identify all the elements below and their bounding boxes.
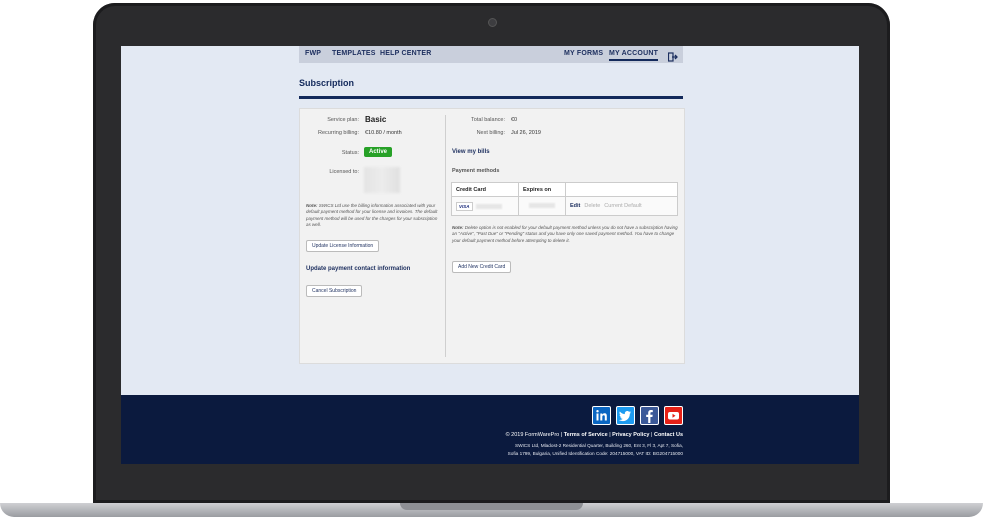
current-default-label: Current Default: [604, 203, 642, 209]
linkedin-icon[interactable]: [592, 406, 611, 425]
nav-brand-link[interactable]: FWP: [305, 50, 321, 57]
table-header: Credit Card: [451, 182, 519, 197]
footer-privacy-link[interactable]: Privacy Policy: [612, 432, 649, 438]
total-balance-label: Total balance:: [471, 117, 505, 123]
page-title: Subscription: [299, 78, 355, 88]
footer-separator: |: [609, 432, 611, 438]
table-header: Expires on: [518, 182, 566, 197]
visa-card-icon: VISA: [456, 201, 473, 211]
edit-card-link[interactable]: Edit: [570, 203, 580, 209]
column-divider: [445, 115, 446, 357]
table-header: [565, 182, 678, 197]
note-text: Delete option is not enabled for your de…: [452, 225, 678, 243]
payment-methods-label: Payment methods: [452, 168, 500, 174]
title-rule: [299, 96, 683, 99]
service-plan-label: Service plan:: [327, 117, 359, 123]
billing-note: Note: SWICS Ltd use the billing informat…: [306, 203, 440, 229]
footer: © 2019 FormWarePro | Terms of Service | …: [121, 395, 859, 464]
footer-address-line1: SWICS Ltd, Mladost-2 Residential Quarter…: [514, 443, 683, 448]
webcam-icon: [488, 18, 497, 27]
nav-my-forms-link[interactable]: MY FORMS: [564, 50, 603, 57]
footer-address-line2: Sofia 1799, Bulgaria, Unified Identifica…: [507, 451, 683, 456]
table-row: VISA Edit Delete Current Default: [451, 196, 678, 216]
recurring-billing-value: €10.80 / month: [365, 130, 402, 136]
subscription-panel: Service plan: Basic Recurring billing: €…: [299, 108, 685, 364]
total-balance-value: €0: [511, 117, 518, 123]
note-prefix: Note:: [452, 225, 464, 230]
youtube-icon[interactable]: [664, 406, 683, 425]
cancel-subscription-button[interactable]: Cancel Subscription: [306, 285, 363, 297]
footer-separator: |: [651, 432, 653, 438]
view-my-bills-link[interactable]: View my bills: [452, 149, 490, 155]
facebook-icon[interactable]: [640, 406, 659, 425]
delete-card-link: Delete: [584, 203, 601, 209]
recurring-billing-label: Recurring billing:: [318, 130, 359, 136]
card-number-redacted: [475, 203, 502, 209]
service-plan-value: Basic: [365, 115, 387, 124]
table-header-row: Credit Card Expires on: [451, 182, 678, 197]
footer-contact-link[interactable]: Contact Us: [654, 432, 683, 438]
twitter-icon[interactable]: [616, 406, 635, 425]
licensed-to-label: Licensed to:: [329, 169, 359, 175]
note-prefix: Note:: [306, 203, 318, 208]
nav-my-account-link[interactable]: MY ACCOUNT: [609, 50, 659, 61]
footer-separator: |: [560, 432, 563, 438]
expiry-redacted: [529, 203, 555, 209]
status-label: Status:: [341, 150, 359, 156]
actions-cell: Edit Delete Current Default: [565, 196, 678, 216]
status-badge: Active: [364, 147, 393, 157]
note-text: SWICS Ltd use the billing information as…: [306, 203, 438, 228]
sign-out-icon[interactable]: [667, 49, 678, 62]
payment-methods-table: Credit Card Expires on VISA Edit Delete Cu…: [451, 182, 678, 216]
next-billing-value: Jul 26, 2019: [511, 130, 541, 136]
nav-help-center-link[interactable]: HELP CENTER: [380, 50, 431, 57]
footer-copyright: © 2019 FormWarePro: [505, 432, 560, 438]
add-credit-card-button[interactable]: Add New Credit Card: [452, 261, 512, 273]
expiry-cell: [518, 196, 566, 216]
next-billing-label: Next billing:: [476, 130, 505, 136]
laptop-notch: [400, 503, 583, 510]
screen: FWP TEMPLATES HELP CENTER MY FORMS MY AC…: [121, 46, 859, 464]
footer-links: © 2019 FormWarePro | Terms of Service | …: [506, 432, 683, 438]
update-license-button[interactable]: Update License Information: [306, 240, 380, 252]
delete-note: Note: Delete option is not enabled for y…: [452, 225, 678, 244]
licensed-to-value-redacted: [364, 167, 400, 193]
top-navigation: FWP TEMPLATES HELP CENTER MY FORMS MY AC…: [299, 46, 683, 63]
nav-templates-link[interactable]: TEMPLATES: [332, 50, 376, 57]
update-payment-contact-link[interactable]: Update payment contact information: [306, 266, 410, 272]
footer-terms-link[interactable]: Terms of Service: [564, 432, 608, 438]
card-cell: VISA: [451, 196, 519, 216]
